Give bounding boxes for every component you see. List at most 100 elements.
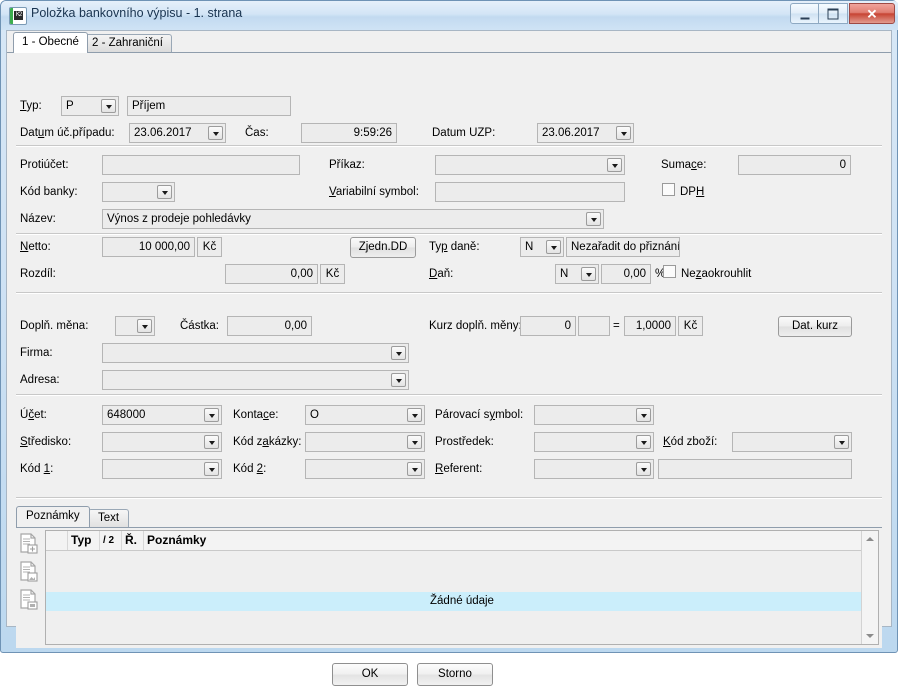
referent-combo[interactable] — [534, 459, 654, 479]
rozdil-field[interactable]: 0,00 — [225, 264, 318, 284]
chevron-down-icon[interactable] — [391, 346, 406, 360]
label-stredisko: Středisko: — [20, 436, 72, 448]
cas-field[interactable]: 9:59:26 — [301, 123, 397, 143]
label-kod-zakazky: Kód zakázky: — [233, 436, 302, 448]
scroll-up-icon[interactable] — [862, 531, 878, 547]
label-firma: Firma: — [20, 347, 53, 359]
grid-col-blank[interactable] — [46, 531, 68, 550]
kod-zakazky-combo[interactable] — [305, 432, 425, 452]
dopln-mena-combo[interactable] — [115, 316, 155, 336]
chevron-down-icon[interactable] — [607, 158, 622, 172]
grid-col-poznamky[interactable]: Poznámky — [144, 531, 861, 550]
grid-vertical-scrollbar[interactable] — [861, 531, 878, 644]
ok-button[interactable]: OK — [332, 663, 408, 686]
typ-code: P — [66, 100, 74, 112]
kontace-combo[interactable]: O — [305, 405, 425, 425]
variabilni-symbol-field[interactable] — [435, 182, 625, 202]
grid-header-row: Typ / 2 Ř. Poznámky — [46, 531, 878, 551]
chevron-down-icon[interactable] — [546, 240, 561, 254]
dph-checkbox[interactable] — [662, 183, 675, 196]
datum-uzp-field[interactable]: 23.06.2017 — [537, 123, 634, 143]
datum-uc-field[interactable]: 23.06.2017 — [129, 123, 226, 143]
prostredek-combo[interactable] — [534, 432, 654, 452]
maximize-button[interactable] — [819, 3, 848, 24]
stredisko-combo[interactable] — [102, 432, 222, 452]
tab-text[interactable]: Text — [88, 509, 130, 527]
scroll-down-icon[interactable] — [862, 628, 878, 644]
kurz-currency-field[interactable] — [578, 316, 610, 336]
document-copy-icon[interactable] — [19, 589, 39, 611]
chevron-down-icon[interactable] — [391, 373, 406, 387]
document-image-icon[interactable] — [19, 561, 39, 583]
prikaz-combo[interactable] — [435, 155, 625, 175]
referent-text-field[interactable] — [658, 459, 852, 479]
notes-body: Typ / 2 Ř. Poznámky Žádné údaje — [16, 527, 882, 648]
dat-kurz-button[interactable]: Dat. kurz — [778, 316, 852, 337]
label-variabilni-symbol: Variabilní symbol: — [329, 186, 419, 198]
netto-field[interactable]: 10 000,00 — [102, 237, 195, 257]
grid-empty-row: Žádné údaje — [46, 592, 878, 611]
ucet-combo[interactable]: 648000 — [102, 405, 222, 425]
label-kurz-dopln-meny: Kurz doplň. měny: — [429, 320, 522, 332]
ucet-value: 648000 — [107, 409, 146, 421]
window-title: Položka bankovního výpisu - 1. strana — [31, 6, 243, 20]
kod-zbozi-combo[interactable] — [732, 432, 852, 452]
document-add-icon[interactable] — [19, 533, 39, 555]
kod2-combo[interactable] — [305, 459, 425, 479]
kurz-rate-field[interactable]: 1,0000 — [624, 316, 676, 336]
chevron-down-icon[interactable] — [137, 319, 152, 333]
tab-obecne[interactable]: 1 - Obecné — [13, 32, 88, 53]
typ-combo[interactable]: P — [61, 96, 119, 116]
kurz-amount-field[interactable]: 0 — [520, 316, 576, 336]
chevron-down-icon[interactable] — [204, 462, 219, 476]
notes-side-toolbar — [19, 533, 45, 617]
tab-poznamky[interactable]: Poznámky — [16, 506, 90, 527]
nazev-combo[interactable]: Výnos z prodeje pohledávky — [102, 209, 604, 229]
divider-3 — [16, 292, 882, 294]
maximize-icon — [827, 8, 839, 19]
typ-dane-combo[interactable]: N — [520, 237, 564, 257]
label-kod2: Kód 2: — [233, 463, 267, 475]
chevron-down-icon[interactable] — [834, 435, 849, 449]
adresa-combo[interactable] — [102, 370, 409, 390]
grid-col-typ[interactable]: Typ — [68, 531, 100, 550]
datum-uzp-value: 23.06.2017 — [542, 127, 600, 139]
kod-banky-combo[interactable] — [102, 182, 175, 202]
chevron-down-icon[interactable] — [636, 408, 651, 422]
chevron-down-icon[interactable] — [616, 126, 631, 140]
dan-combo[interactable]: N — [555, 264, 599, 284]
notes-grid[interactable]: Typ / 2 Ř. Poznámky Žádné údaje — [45, 530, 879, 645]
dan-value[interactable]: 0,00 — [601, 264, 651, 284]
kod1-combo[interactable] — [102, 459, 222, 479]
zjedn-dd-button[interactable]: Zjedn.DD — [350, 237, 416, 258]
chevron-down-icon[interactable] — [204, 435, 219, 449]
tab-panel-obecne: Typ: P Příjem Datum úč.případu: 23.06.20… — [7, 52, 891, 686]
divider-5 — [16, 497, 882, 499]
label-kod-zbozi: Kód zboží: — [663, 436, 718, 448]
chevron-down-icon[interactable] — [204, 408, 219, 422]
chevron-down-icon[interactable] — [636, 462, 651, 476]
parovaci-symbol-combo[interactable] — [534, 405, 654, 425]
label-kod1: Kód 1: — [20, 463, 54, 475]
typ-text: Příjem — [127, 96, 291, 116]
grid-col-radek[interactable]: Ř. — [122, 531, 144, 550]
firma-combo[interactable] — [102, 343, 409, 363]
chevron-down-icon[interactable] — [208, 126, 223, 140]
close-button[interactable]: ✕ — [849, 3, 895, 24]
protiucet-field[interactable] — [102, 155, 300, 175]
tab-zahranicni[interactable]: 2 - Zahraniční — [83, 34, 172, 52]
castka-field[interactable]: 0,00 — [227, 316, 312, 336]
chevron-down-icon[interactable] — [586, 212, 601, 226]
chevron-down-icon[interactable] — [407, 435, 422, 449]
chevron-down-icon[interactable] — [157, 185, 172, 199]
chevron-down-icon[interactable] — [636, 435, 651, 449]
chevron-down-icon[interactable] — [407, 408, 422, 422]
grid-col-sort-indicator[interactable]: / 2 — [100, 531, 122, 550]
chevron-down-icon[interactable] — [407, 462, 422, 476]
nezaokrouhlit-checkbox[interactable] — [663, 265, 676, 278]
minimize-button[interactable] — [790, 3, 819, 24]
datum-uc-value: 23.06.2017 — [134, 127, 192, 139]
chevron-down-icon[interactable] — [101, 99, 116, 113]
storno-button[interactable]: Storno — [417, 663, 493, 686]
chevron-down-icon[interactable] — [581, 267, 596, 281]
